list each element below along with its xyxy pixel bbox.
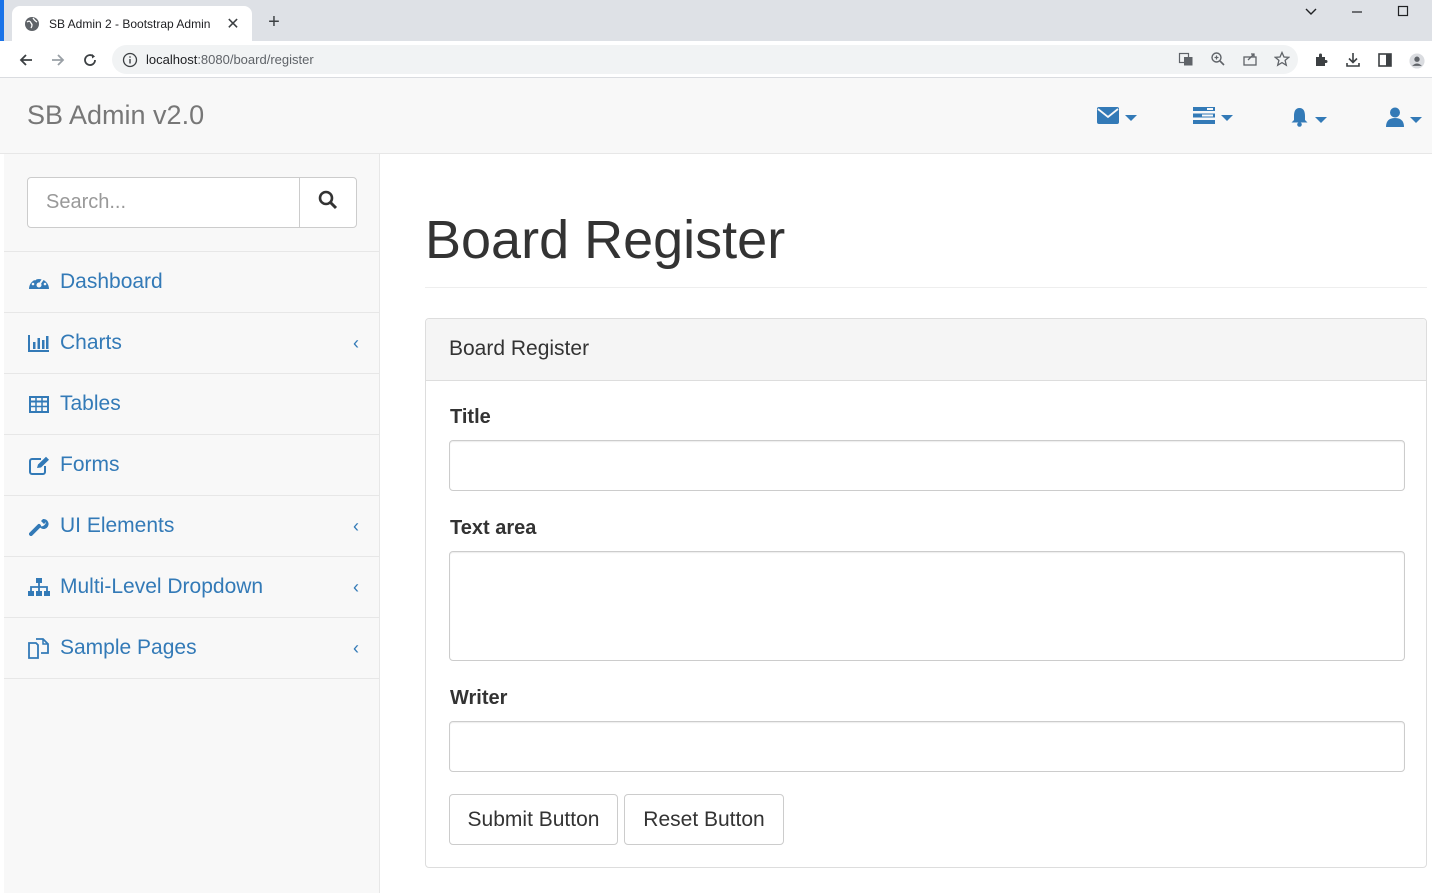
dashboard-icon [28,271,50,293]
user-icon [1386,107,1404,132]
panel-heading: Board Register [426,319,1426,381]
sidebar-item-ui-elements[interactable]: UI Elements ‹ [4,496,379,557]
table-icon [28,393,50,415]
title-input[interactable] [449,440,1405,491]
profile-icon[interactable] [1409,52,1425,69]
sidebar-item-multi-level-dropdown[interactable]: Multi-Level Dropdown ‹ [4,557,379,618]
sidebar-item-dashboard[interactable]: Dashboard [4,252,379,313]
divider [425,287,1427,288]
writer-input[interactable] [449,721,1405,772]
download-icon[interactable] [1345,52,1361,68]
textarea-label: Text area [450,517,537,539]
bell-icon [1290,107,1309,132]
sidebar-item-forms[interactable]: Forms [4,435,379,496]
url-text: localhost:8080/board/register [146,52,314,67]
writer-label: Writer [450,687,508,709]
search-icon [318,190,338,215]
browser-tab[interactable]: SB Admin 2 - Bootstrap Admin ✕ [12,6,252,41]
sidebar-item-label: UI Elements [60,514,175,537]
page-title: Board Register [425,210,786,270]
reset-button[interactable]: Reset Button [624,794,784,845]
chevron-down-icon [1125,115,1137,121]
new-tab-button[interactable]: + [262,10,286,34]
translate-icon[interactable] [1178,51,1194,67]
tasks-icon [1193,107,1215,129]
sidebar-item-charts[interactable]: Charts ‹ [4,313,379,374]
globe-icon [24,16,40,32]
info-icon[interactable] [122,52,138,68]
user-dropdown[interactable] [1386,107,1422,132]
window-edge [0,0,4,41]
edit-icon [28,454,50,476]
sidebar-item-sample-pages[interactable]: Sample Pages ‹ [4,618,379,679]
register-panel: Board Register Title Text area Writer Su… [425,318,1427,868]
chevron-left-icon: ‹ [353,516,359,536]
url-host: localhost [146,52,198,67]
top-navbar: SB Admin v2.0 [0,78,1432,154]
tab-title: SB Admin 2 - Bootstrap Admin [49,16,211,31]
sidebar-item-label: Sample Pages [60,636,197,659]
title-label: Title [450,406,491,428]
share-icon[interactable] [1242,51,1258,67]
sidebar-item-label: Dashboard [60,270,163,293]
chevron-down-icon [1315,116,1327,123]
tab-close-icon[interactable]: ✕ [224,14,242,34]
brand-title[interactable]: SB Admin v2.0 [27,100,204,131]
browser-tab-strip: SB Admin 2 - Bootstrap Admin ✕ + [0,0,1432,41]
wrench-icon [28,515,50,537]
sidebar-search [4,154,379,252]
sidebar-item-label: Forms [60,453,120,476]
minimize-icon[interactable] [1342,4,1372,24]
zoom-icon[interactable] [1210,51,1226,67]
url-field[interactable]: localhost:8080/board/register [112,45,1298,74]
search-input[interactable] [27,177,301,228]
alerts-dropdown[interactable] [1290,107,1327,132]
side-panel-icon[interactable] [1377,52,1393,68]
sidebar-item-label: Charts [60,331,122,354]
files-icon [28,637,50,659]
sidebar: Dashboard Charts ‹ Tables Forms UI Eleme… [4,154,380,893]
submit-button[interactable]: Submit Button [449,794,618,845]
chevron-left-icon: ‹ [353,333,359,353]
envelope-icon [1097,107,1119,129]
sidebar-item-label: Tables [60,392,121,415]
content-textarea[interactable] [449,551,1405,661]
sidebar-item-label: Multi-Level Dropdown [60,575,264,598]
chevron-left-icon: ‹ [353,638,359,658]
chevron-down-icon [1410,116,1422,123]
forward-icon[interactable] [46,48,70,72]
messages-dropdown[interactable] [1097,107,1137,129]
url-path: :8080/board/register [197,52,314,67]
sitemap-icon [28,576,50,598]
tab-search-icon[interactable] [1296,4,1326,24]
reload-icon[interactable] [78,48,102,72]
address-bar: localhost:8080/board/register [0,41,1432,78]
bookmark-star-icon[interactable] [1274,51,1290,67]
search-button[interactable] [299,177,357,228]
sidebar-item-tables[interactable]: Tables [4,374,379,435]
tasks-dropdown[interactable] [1193,107,1233,129]
chevron-down-icon [1221,115,1233,121]
maximize-icon[interactable] [1388,4,1418,24]
extensions-icon[interactable] [1313,52,1329,68]
chevron-left-icon: ‹ [353,577,359,597]
bar-chart-icon [28,332,50,354]
back-icon[interactable] [14,48,38,72]
